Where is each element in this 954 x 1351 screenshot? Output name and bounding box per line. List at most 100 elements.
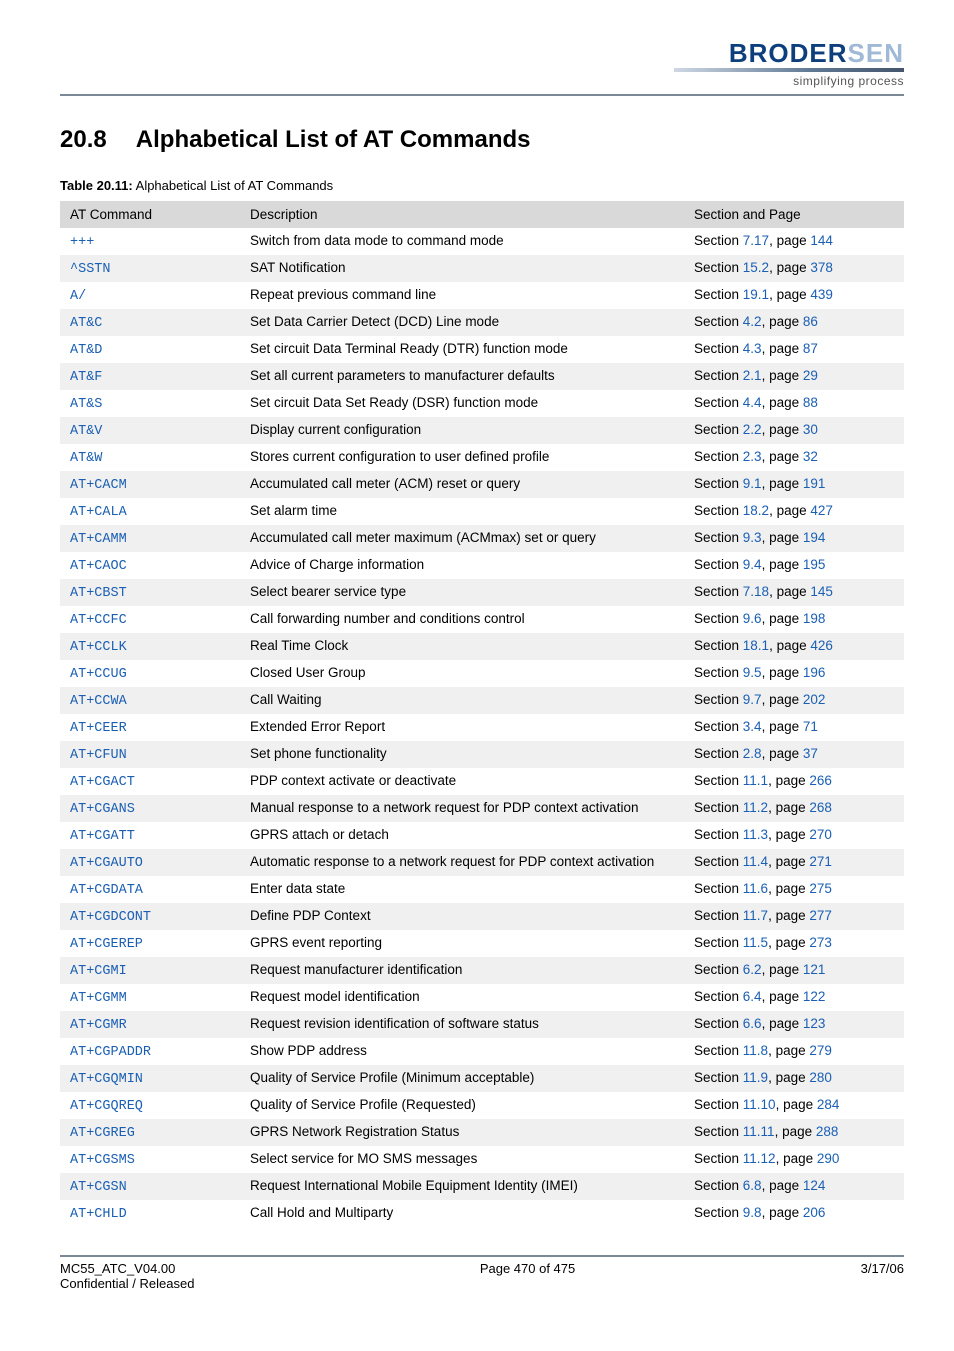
page-link[interactable]: 30 <box>803 422 818 437</box>
at-command-link[interactable]: AT+CBST <box>70 586 127 601</box>
section-link[interactable]: 9.5 <box>743 665 762 680</box>
at-command-link[interactable]: AT+CGEREP <box>70 937 143 952</box>
at-command-link[interactable]: AT+CEER <box>70 721 127 736</box>
at-command-link[interactable]: AT+CGREG <box>70 1126 135 1141</box>
page-link[interactable]: 198 <box>803 611 826 626</box>
at-command-link[interactable]: ^SSTN <box>70 262 111 277</box>
at-command-link[interactable]: AT&W <box>70 451 102 466</box>
section-link[interactable]: 2.8 <box>743 746 762 761</box>
section-link[interactable]: 9.8 <box>743 1205 762 1220</box>
page-link[interactable]: 145 <box>810 584 833 599</box>
section-link[interactable]: 2.1 <box>743 368 762 383</box>
section-link[interactable]: 3.4 <box>743 719 762 734</box>
page-link[interactable]: 195 <box>803 557 826 572</box>
at-command-link[interactable]: AT+CCFC <box>70 613 127 628</box>
at-command-link[interactable]: AT+CACM <box>70 478 127 493</box>
at-command-link[interactable]: AT+CCUG <box>70 667 127 682</box>
page-link[interactable]: 427 <box>810 503 833 518</box>
at-command-link[interactable]: AT&F <box>70 370 102 385</box>
at-command-link[interactable]: AT+CAMM <box>70 532 127 547</box>
page-link[interactable]: 275 <box>809 881 832 896</box>
page-link[interactable]: 290 <box>817 1151 840 1166</box>
page-link[interactable]: 426 <box>810 638 833 653</box>
section-link[interactable]: 6.6 <box>743 1016 762 1031</box>
page-link[interactable]: 191 <box>803 476 826 491</box>
section-link[interactable]: 6.2 <box>743 962 762 977</box>
at-command-link[interactable]: AT&V <box>70 424 102 439</box>
at-command-link[interactable]: AT+CGACT <box>70 775 135 790</box>
section-link[interactable]: 18.1 <box>743 638 769 653</box>
at-command-link[interactable]: AT+CGSN <box>70 1180 127 1195</box>
page-link[interactable]: 202 <box>803 692 826 707</box>
section-link[interactable]: 9.4 <box>743 557 762 572</box>
page-link[interactable]: 122 <box>803 989 826 1004</box>
section-link[interactable]: 11.1 <box>743 773 768 788</box>
section-link[interactable]: 11.3 <box>743 827 768 842</box>
section-link[interactable]: 11.11 <box>743 1124 775 1139</box>
section-link[interactable]: 9.7 <box>743 692 762 707</box>
at-command-link[interactable]: AT+CGQREQ <box>70 1099 143 1114</box>
at-command-link[interactable]: AT+CGAUTO <box>70 856 143 871</box>
page-link[interactable]: 124 <box>803 1178 826 1193</box>
at-command-link[interactable]: AT+CGMI <box>70 964 127 979</box>
section-link[interactable]: 11.10 <box>743 1097 776 1112</box>
at-command-link[interactable]: AT+CGPADDR <box>70 1045 151 1060</box>
page-link[interactable]: 87 <box>803 341 818 356</box>
page-link[interactable]: 88 <box>803 395 818 410</box>
page-link[interactable]: 71 <box>803 719 818 734</box>
at-command-link[interactable]: AT+CGDCONT <box>70 910 151 925</box>
section-link[interactable]: 4.2 <box>743 314 762 329</box>
section-link[interactable]: 11.5 <box>743 935 768 950</box>
section-link[interactable]: 4.3 <box>743 341 762 356</box>
at-command-link[interactable]: AT+CGATT <box>70 829 135 844</box>
at-command-link[interactable]: AT+CFUN <box>70 748 127 763</box>
at-command-link[interactable]: AT+CGANS <box>70 802 135 817</box>
at-command-link[interactable]: AT+CGMR <box>70 1018 127 1033</box>
section-link[interactable]: 2.2 <box>743 422 762 437</box>
section-link[interactable]: 9.1 <box>743 476 762 491</box>
page-link[interactable]: 439 <box>810 287 833 302</box>
page-link[interactable]: 206 <box>803 1205 826 1220</box>
at-command-link[interactable]: AT+CGMM <box>70 991 127 1006</box>
section-link[interactable]: 19.1 <box>743 287 769 302</box>
page-link[interactable]: 144 <box>810 233 833 248</box>
page-link[interactable]: 288 <box>816 1124 839 1139</box>
page-link[interactable]: 378 <box>810 260 833 275</box>
at-command-link[interactable]: AT&S <box>70 397 102 412</box>
page-link[interactable]: 194 <box>803 530 826 545</box>
page-link[interactable]: 277 <box>809 908 832 923</box>
page-link[interactable]: 32 <box>803 449 818 464</box>
section-link[interactable]: 6.4 <box>743 989 762 1004</box>
section-link[interactable]: 2.3 <box>743 449 762 464</box>
section-link[interactable]: 7.18 <box>743 584 769 599</box>
page-link[interactable]: 268 <box>809 800 832 815</box>
section-link[interactable]: 9.6 <box>743 611 762 626</box>
section-link[interactable]: 11.8 <box>743 1043 768 1058</box>
section-link[interactable]: 11.12 <box>743 1151 776 1166</box>
page-link[interactable]: 279 <box>809 1043 832 1058</box>
page-link[interactable]: 273 <box>809 935 832 950</box>
at-command-link[interactable]: AT+CGSMS <box>70 1153 135 1168</box>
section-link[interactable]: 11.4 <box>743 854 768 869</box>
section-link[interactable]: 15.2 <box>743 260 769 275</box>
at-command-link[interactable]: AT&D <box>70 343 102 358</box>
section-link[interactable]: 7.17 <box>743 233 769 248</box>
at-command-link[interactable]: A/ <box>70 289 86 304</box>
page-link[interactable]: 29 <box>803 368 818 383</box>
page-link[interactable]: 86 <box>803 314 818 329</box>
section-link[interactable]: 11.6 <box>743 881 768 896</box>
section-link[interactable]: 9.3 <box>743 530 762 545</box>
at-command-link[interactable]: AT+CGDATA <box>70 883 143 898</box>
section-link[interactable]: 4.4 <box>743 395 762 410</box>
at-command-link[interactable]: AT+CALA <box>70 505 127 520</box>
at-command-link[interactable]: AT+CCLK <box>70 640 127 655</box>
section-link[interactable]: 11.7 <box>743 908 768 923</box>
at-command-link[interactable]: +++ <box>70 235 94 250</box>
page-link[interactable]: 284 <box>817 1097 840 1112</box>
section-link[interactable]: 18.2 <box>743 503 769 518</box>
page-link[interactable]: 266 <box>809 773 832 788</box>
page-link[interactable]: 280 <box>809 1070 832 1085</box>
page-link[interactable]: 121 <box>803 962 826 977</box>
at-command-link[interactable]: AT+CAOC <box>70 559 127 574</box>
page-link[interactable]: 123 <box>803 1016 826 1031</box>
